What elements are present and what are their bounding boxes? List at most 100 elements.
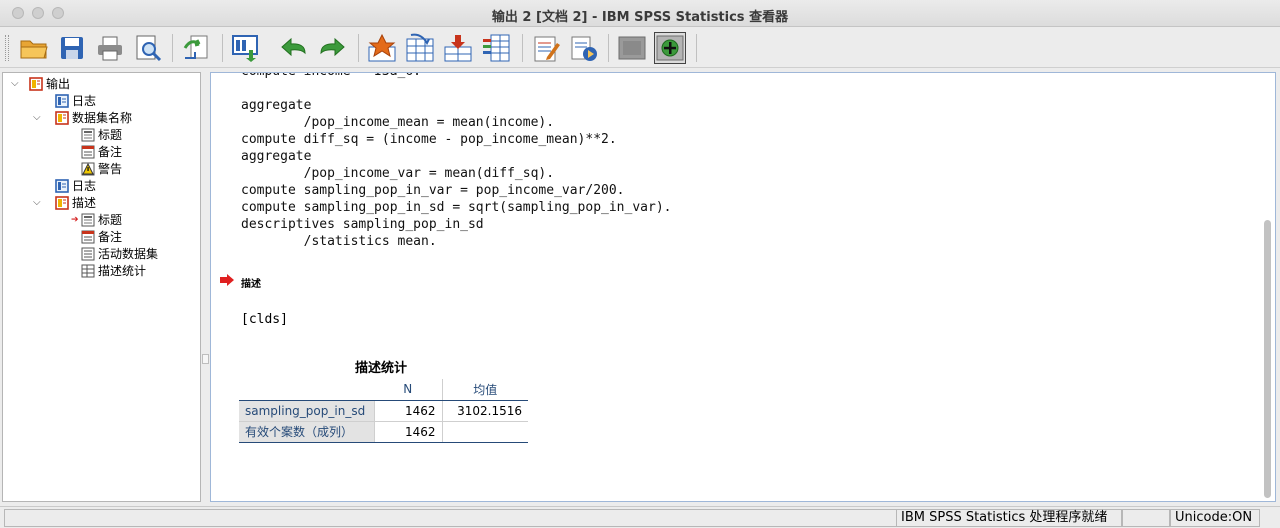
variables-icon xyxy=(483,34,510,62)
cell-n: 1462 xyxy=(373,400,442,422)
new-output-button[interactable] xyxy=(530,32,562,64)
pane-splitter[interactable] xyxy=(201,72,210,502)
toolbar-grip[interactable] xyxy=(5,35,9,61)
cell-mean: 3102.1516 xyxy=(441,400,528,422)
nav-item-notes[interactable]: 备注 xyxy=(81,228,122,245)
syntax-line: /pop_income_mean = mean(income). xyxy=(241,115,555,130)
save-icon xyxy=(61,37,83,59)
expand-chevron-icon[interactable]: ⌵ xyxy=(33,197,55,208)
syntax-log-text: compute income = I3a_6. aggregate /pop_i… xyxy=(241,73,672,250)
undo-button[interactable] xyxy=(278,32,310,64)
nav-item-label: 输出 xyxy=(46,77,71,91)
syntax-line: /statistics mean. xyxy=(241,234,437,249)
toolbar-separator xyxy=(522,34,523,62)
print-button[interactable] xyxy=(94,32,126,64)
nav-item-notes[interactable]: 备注 xyxy=(81,143,122,160)
variables-button[interactable] xyxy=(480,32,512,64)
goto-case-button[interactable] xyxy=(404,32,436,64)
goto-variable-button[interactable] xyxy=(442,32,474,64)
hide-button[interactable] xyxy=(616,32,648,64)
book-icon xyxy=(55,110,69,125)
print-preview-button[interactable] xyxy=(132,32,164,64)
notes-icon xyxy=(81,230,95,243)
current-item-arrow-icon: ➔ xyxy=(71,214,79,225)
status-spacer xyxy=(1122,509,1170,527)
dataset-icon xyxy=(81,247,95,260)
export-icon xyxy=(183,35,208,59)
redo-icon xyxy=(320,37,345,57)
toolbar-separator xyxy=(172,34,173,62)
syntax-line: compute diff_sq = (income - pop_income_m… xyxy=(241,132,617,147)
nav-item-descriptive-statistics[interactable]: 描述统计 xyxy=(81,262,146,279)
outline-navigator[interactable]: ⌵ 输出 日志 ⌵ 数据集名称 标题 备注 警告 日志 ⌵ 描述 ➔ 标题 备注… xyxy=(2,72,201,502)
toolbar-separator xyxy=(608,34,609,62)
nav-item-label: 数据集名称 xyxy=(72,111,133,125)
table-header-row: N 均值 xyxy=(239,379,528,401)
nav-item-label: 活动数据集 xyxy=(98,247,159,261)
nav-item-title-current[interactable]: ➔ 标题 xyxy=(71,211,122,228)
run-script-icon xyxy=(571,36,597,61)
toolbar xyxy=(0,28,1280,68)
nav-item-log[interactable]: 日志 xyxy=(55,92,96,109)
notes-icon xyxy=(81,145,95,158)
status-bar: IBM SPSS Statistics 处理程序就绪 Unicode:ON xyxy=(0,506,1280,528)
expand-chevron-icon[interactable]: ⌵ xyxy=(11,78,29,89)
open-icon xyxy=(20,40,48,59)
nav-item-output[interactable]: ⌵ 输出 xyxy=(11,75,70,92)
syntax-line: compute sampling_pop_in_sd = sqrt(sampli… xyxy=(241,200,672,215)
section-title: 描述 xyxy=(241,279,261,290)
output-document: compute income = I3a_6. aggregate /pop_i… xyxy=(211,73,1275,501)
nav-item-label: 备注 xyxy=(98,145,123,159)
toolbar-separator xyxy=(222,34,223,62)
nav-item-active-dataset[interactable]: 活动数据集 xyxy=(81,245,158,262)
window-title: 输出 2 [文档 2] - IBM SPSS Statistics 查看器 xyxy=(491,10,789,25)
output-contents-pane[interactable]: compute income = I3a_6. aggregate /pop_i… xyxy=(210,72,1276,502)
splitter-handle[interactable] xyxy=(202,354,209,364)
row-label: 有效个案数（成列） xyxy=(239,421,374,443)
log-icon xyxy=(55,178,69,193)
nav-item-warnings[interactable]: 警告 xyxy=(81,160,122,177)
recall-dialog-icon xyxy=(232,35,258,62)
syntax-line: descriptives sampling_pop_in_sd xyxy=(241,217,484,232)
show-button[interactable] xyxy=(654,32,686,64)
syntax-line xyxy=(241,80,671,97)
open-button[interactable] xyxy=(18,32,50,64)
nav-item-label: 描述统计 xyxy=(98,264,147,278)
scrollbar-thumb[interactable] xyxy=(1264,220,1271,498)
column-header-mean: 均值 xyxy=(441,379,528,401)
warning-icon xyxy=(81,162,95,175)
print-icon xyxy=(98,36,122,61)
title-bar: 输出 2 [文档 2] - IBM SPSS Statistics 查看器 xyxy=(0,0,1280,27)
nav-item-label: 标题 xyxy=(98,213,123,227)
goto-data-button[interactable] xyxy=(366,32,398,64)
syntax-line: aggregate xyxy=(241,149,312,164)
undo-icon xyxy=(281,37,306,57)
recall-dialog-button[interactable] xyxy=(230,32,262,64)
toolbar-separator xyxy=(358,34,359,62)
redo-button[interactable] xyxy=(316,32,348,64)
unicode-status: Unicode:ON xyxy=(1170,509,1260,527)
descriptive-statistics-table[interactable]: N 均值 sampling_pop_in_sd 1462 3102.1516 有… xyxy=(239,379,528,443)
run-script-button[interactable] xyxy=(568,32,600,64)
nav-item-log[interactable]: 日志 xyxy=(55,177,96,194)
nav-item-dataset-name[interactable]: ⌵ 数据集名称 xyxy=(33,109,132,126)
expand-chevron-icon[interactable]: ⌵ xyxy=(33,112,55,123)
nav-item-label: 日志 xyxy=(72,179,97,193)
nav-item-descriptives[interactable]: ⌵ 描述 xyxy=(33,194,96,211)
nav-item-label: 日志 xyxy=(72,94,97,108)
current-position-arrow-icon xyxy=(220,274,234,286)
goto-data-icon xyxy=(368,33,396,62)
nav-item-title[interactable]: 标题 xyxy=(81,126,122,143)
table-row: sampling_pop_in_sd 1462 3102.1516 xyxy=(239,400,528,422)
active-dataset-label: [clds] xyxy=(241,312,288,327)
processor-status: IBM SPSS Statistics 处理程序就绪 xyxy=(896,509,1122,527)
goto-case-icon xyxy=(406,33,434,62)
syntax-line: aggregate xyxy=(241,98,312,113)
vertical-scrollbar[interactable] xyxy=(1262,74,1273,500)
cell-mean xyxy=(441,421,528,443)
column-header-n: N xyxy=(374,379,442,401)
syntax-line: /pop_income_var = mean(diff_sq). xyxy=(241,166,555,181)
title-icon xyxy=(81,128,95,141)
save-button[interactable] xyxy=(56,32,88,64)
export-button[interactable] xyxy=(180,32,212,64)
